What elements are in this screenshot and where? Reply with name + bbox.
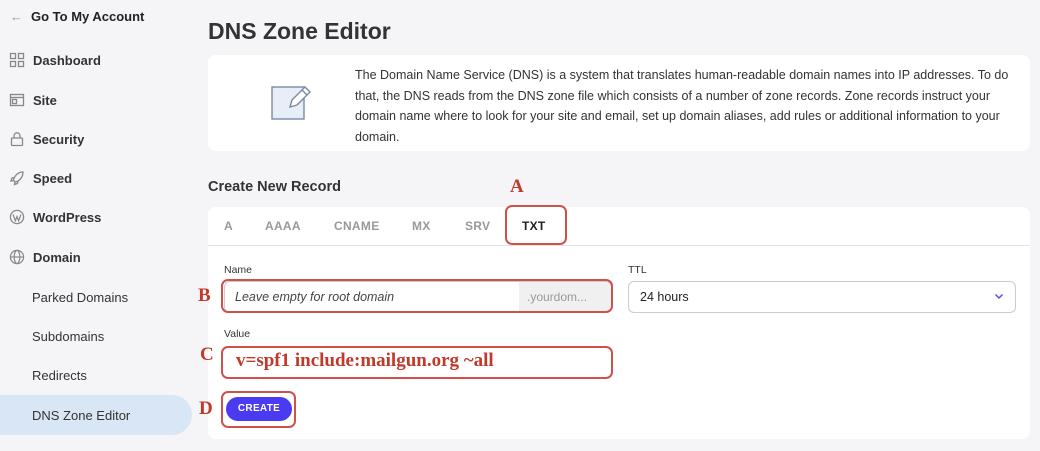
info-card: The Domain Name Service (DNS) is a syste… bbox=[208, 55, 1030, 151]
ttl-select[interactable]: 24 hours bbox=[628, 281, 1016, 313]
grid-icon bbox=[9, 52, 25, 68]
sidebar-item-dashboard[interactable]: Dashboard bbox=[0, 40, 192, 80]
annotation-box-d bbox=[221, 391, 296, 428]
record-type-tabs: A AAAA CNAME MX SRV TXT bbox=[208, 207, 1030, 246]
chevron-down-icon bbox=[994, 293, 1004, 300]
site-icon bbox=[9, 93, 25, 107]
sidebar-item-label: Dashboard bbox=[33, 52, 101, 68]
back-arrow-icon: ← bbox=[10, 9, 23, 24]
annotation-box-a bbox=[505, 205, 567, 245]
annotation-label-d: D bbox=[199, 398, 213, 419]
sidebar-item-redirects[interactable]: Redirects bbox=[0, 355, 192, 395]
sidebar-item-label: Domain bbox=[33, 249, 81, 265]
sidebar-item-label: DNS Zone Editor bbox=[32, 407, 131, 423]
sidebar-item-label: Speed bbox=[33, 170, 73, 186]
sidebar-item-security[interactable]: Security bbox=[0, 119, 192, 159]
page-title: DNS Zone Editor bbox=[208, 18, 391, 44]
edit-document-icon bbox=[271, 86, 311, 120]
ttl-label: TTL bbox=[628, 264, 647, 276]
create-record-form: A AAAA CNAME MX SRV TXT Name Leave empty… bbox=[208, 207, 1030, 439]
ttl-value: 24 hours bbox=[640, 290, 689, 304]
name-label: Name bbox=[224, 264, 253, 276]
lock-icon bbox=[10, 132, 24, 147]
wordpress-icon bbox=[9, 209, 25, 225]
sidebar-item-label: WordPress bbox=[33, 209, 102, 225]
tab-cname[interactable]: CNAME bbox=[334, 219, 380, 233]
sidebar: ← Go To My Account Dashboard Site Securi… bbox=[0, 0, 192, 451]
rocket-icon bbox=[10, 171, 24, 186]
sidebar-item-subdomains[interactable]: Subdomains bbox=[0, 316, 192, 356]
sidebar-item-label: Parked Domains bbox=[32, 289, 129, 305]
sidebar-item-dns-zone-editor[interactable]: DNS Zone Editor bbox=[0, 395, 192, 435]
tab-aaaa[interactable]: AAAA bbox=[265, 219, 301, 233]
tab-a[interactable]: A bbox=[224, 219, 233, 233]
globe-icon bbox=[9, 249, 25, 265]
sidebar-item-label: Security bbox=[33, 131, 85, 147]
go-to-account-link[interactable]: ← Go To My Account bbox=[10, 9, 144, 24]
annotation-box-b bbox=[221, 279, 613, 313]
annotation-label-a: A bbox=[510, 176, 524, 197]
sidebar-item-label: Site bbox=[33, 92, 57, 108]
sidebar-item-wordpress[interactable]: WordPress bbox=[0, 197, 192, 237]
sidebar-item-speed[interactable]: Speed bbox=[0, 158, 192, 198]
sidebar-item-domain[interactable]: Domain bbox=[0, 237, 192, 277]
sidebar-item-label: Redirects bbox=[32, 367, 87, 383]
section-title: Create New Record bbox=[208, 179, 341, 195]
sidebar-item-parked-domains[interactable]: Parked Domains bbox=[0, 277, 192, 317]
dns-description: The Domain Name Service (DNS) is a syste… bbox=[355, 68, 1009, 144]
annotation-label-c: C bbox=[200, 344, 214, 365]
value-label: Value bbox=[224, 328, 251, 340]
annotation-box-c bbox=[221, 346, 613, 379]
sidebar-item-site[interactable]: Site bbox=[0, 80, 192, 120]
go-to-account-label: Go To My Account bbox=[31, 9, 145, 24]
annotation-label-b: B bbox=[198, 285, 211, 306]
tab-srv[interactable]: SRV bbox=[465, 219, 490, 233]
tab-mx[interactable]: MX bbox=[412, 219, 431, 233]
sidebar-item-label: Subdomains bbox=[32, 328, 105, 344]
